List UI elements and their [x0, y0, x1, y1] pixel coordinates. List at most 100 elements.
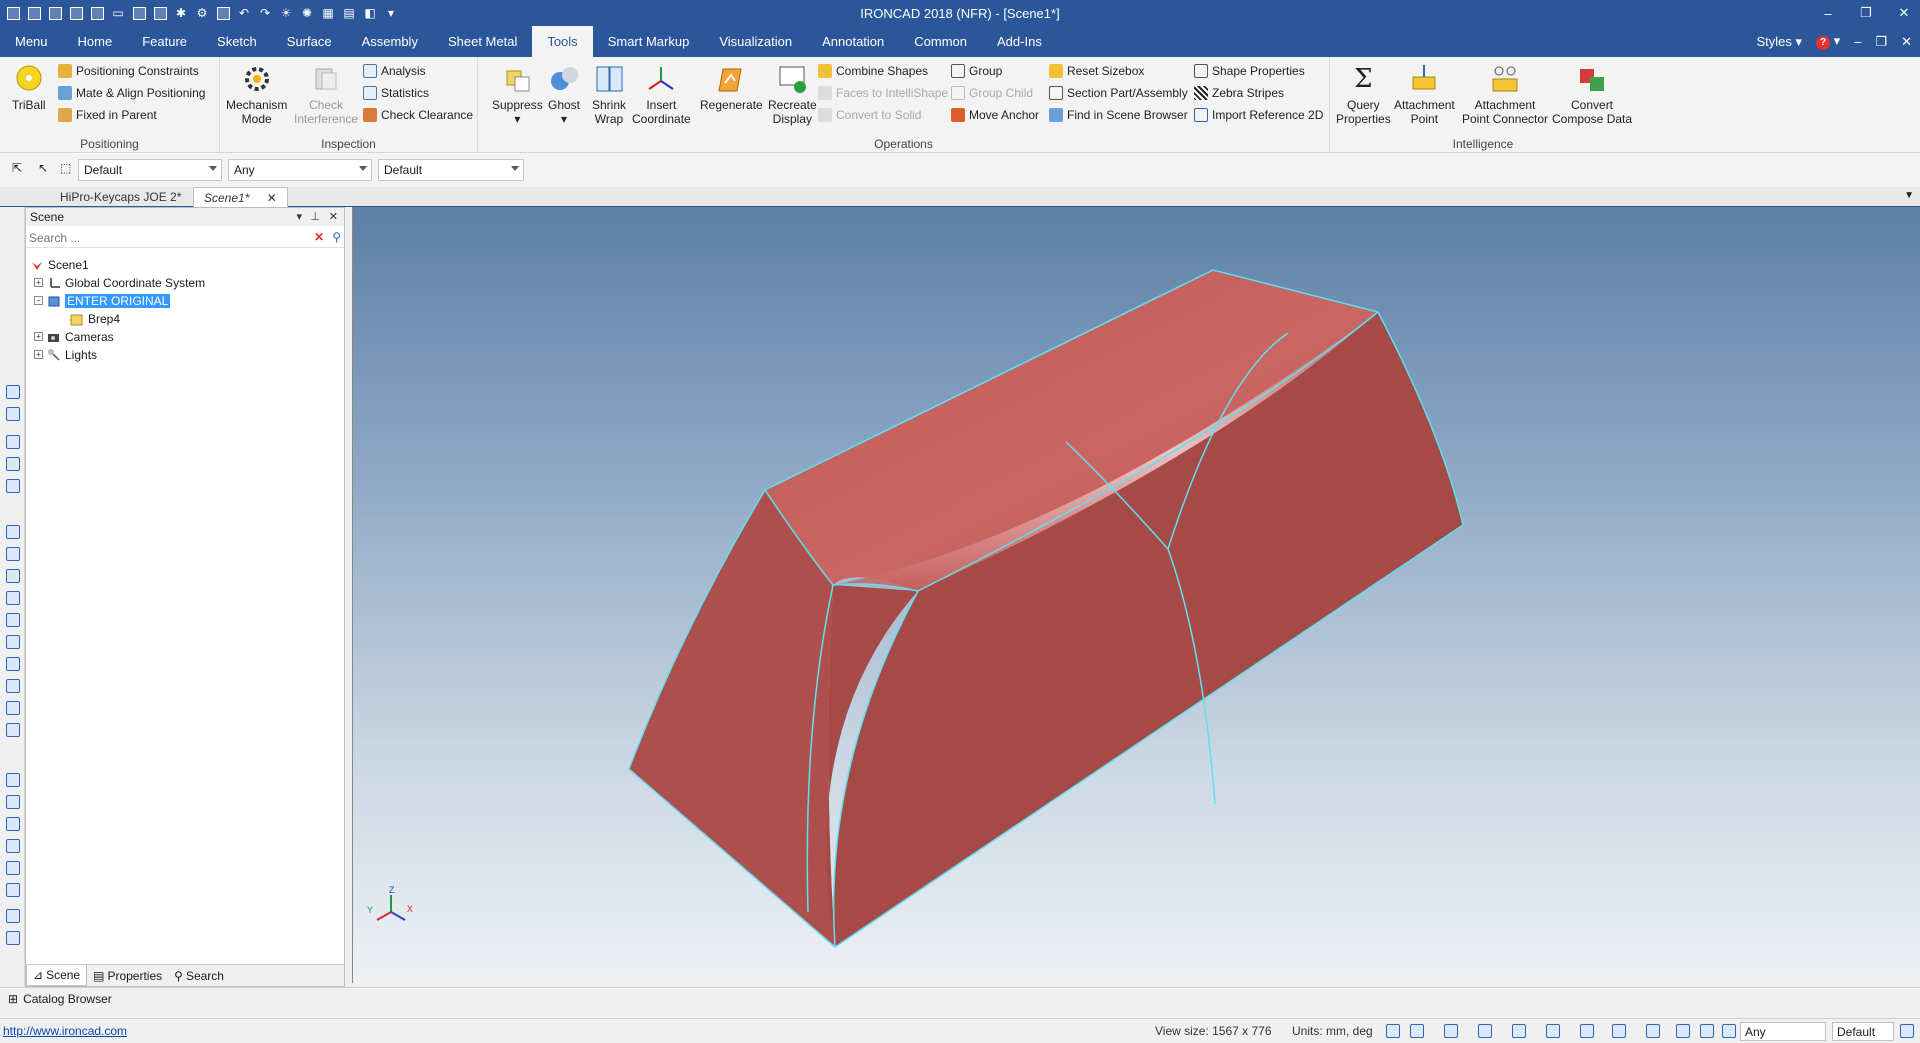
find-in-scene-button[interactable]: Find in Scene Browser	[1049, 105, 1188, 125]
app-menu-icon[interactable]	[4, 4, 22, 22]
tool-18-icon[interactable]	[6, 817, 20, 831]
expand-icon[interactable]: +	[34, 350, 43, 359]
tool-22-icon[interactable]	[6, 909, 20, 923]
ghost-button[interactable]: Ghost ▾	[548, 63, 580, 126]
tab-home[interactable]: Home	[63, 26, 128, 57]
tool-9-icon[interactable]	[6, 591, 20, 605]
check-interference-button[interactable]: Check Interference	[294, 63, 358, 126]
ghost-dropdown-icon[interactable]: ▾	[561, 112, 567, 126]
shape-properties-button[interactable]: Shape Properties	[1194, 61, 1305, 81]
image-icon[interactable]	[214, 4, 232, 22]
convert-to-solid-button[interactable]: Convert to Solid	[818, 105, 921, 125]
tool-12-icon[interactable]	[6, 657, 20, 671]
catalog-browser-bar[interactable]: ⊞ Catalog Browser	[0, 987, 1920, 1010]
camera-mode-icon[interactable]	[1646, 1024, 1660, 1038]
tab-menu[interactable]: Menu	[0, 26, 63, 57]
doc-tab-scene1[interactable]: Scene1* ✕	[193, 187, 288, 207]
tool-14-icon[interactable]	[6, 701, 20, 715]
mate-align-button[interactable]: Mate & Align Positioning	[58, 83, 205, 103]
tab-tools[interactable]: Tools	[532, 26, 593, 57]
open-icon[interactable]	[88, 4, 106, 22]
panel-close-icon[interactable]: ✕	[329, 210, 338, 223]
maximize-button[interactable]: ❐	[1856, 5, 1876, 21]
tool-10-icon[interactable]	[6, 613, 20, 627]
recreate-display-button[interactable]: Recreate Display	[768, 63, 817, 126]
new-drawing-icon[interactable]	[67, 4, 85, 22]
tool-19-icon[interactable]	[6, 839, 20, 853]
help-icon[interactable]: ? ▾	[1816, 33, 1840, 50]
shrink-wrap-button[interactable]: Shrink Wrap	[592, 63, 626, 126]
layout-icon[interactable]: ◧	[361, 4, 379, 22]
query-properties-button[interactable]: Σ Query Properties	[1336, 63, 1391, 126]
doc-tab-keycaps[interactable]: HiPro-Keycaps JOE 2*	[50, 187, 191, 207]
tool-3-icon[interactable]	[6, 435, 20, 449]
panel-tab-properties[interactable]: ▤ Properties	[87, 965, 168, 986]
import-reference-button[interactable]: Import Reference 2D	[1194, 105, 1323, 125]
panel-pin-icon[interactable]: ⊥	[310, 210, 320, 223]
orbit-icon[interactable]	[1512, 1024, 1526, 1038]
ribbon-minimize-icon[interactable]: –	[1854, 34, 1861, 49]
tool-13-icon[interactable]	[6, 679, 20, 693]
redo-icon[interactable]: ↷	[256, 4, 274, 22]
tool-11-icon[interactable]	[6, 635, 20, 649]
status-style-combo[interactable]: Default	[1832, 1022, 1894, 1041]
light-icon[interactable]: ☀	[277, 4, 295, 22]
styles-dropdown[interactable]: Styles ▾	[1757, 34, 1803, 50]
select-arrow-icon[interactable]	[1722, 1024, 1736, 1038]
tab-sketch[interactable]: Sketch	[202, 26, 272, 57]
website-link[interactable]: http://www.ironcad.com	[3, 1024, 127, 1038]
open-folder-icon[interactable]: ▭	[109, 4, 127, 22]
save-icon[interactable]	[130, 4, 148, 22]
triball-button[interactable]: TriBall	[12, 63, 46, 112]
tree-node-enter-original[interactable]: − ENTER ORIGINAL	[34, 292, 171, 309]
tool-16-icon[interactable]	[6, 773, 20, 787]
keycap-model[interactable]	[628, 269, 1464, 948]
display-mode-icon[interactable]	[1612, 1024, 1626, 1038]
collapse-icon[interactable]: −	[34, 296, 43, 305]
panel-dropdown-icon[interactable]: ▾	[296, 210, 302, 223]
shading-icon[interactable]	[1580, 1024, 1594, 1038]
mechanism-mode-button[interactable]: Mechanism Mode	[226, 63, 287, 126]
orientation-icon[interactable]	[1478, 1024, 1492, 1038]
tool-17-icon[interactable]	[6, 795, 20, 809]
tool-15-icon[interactable]	[6, 723, 20, 737]
status-filter-combo[interactable]: Any	[1740, 1022, 1826, 1041]
tool-2-icon[interactable]	[6, 407, 20, 421]
suppress-dropdown-icon[interactable]: ▾	[514, 112, 520, 126]
tab-add-ins[interactable]: Add-Ins	[982, 26, 1057, 57]
tab-visualization[interactable]: Visualization	[704, 26, 807, 57]
tree-node-scene1[interactable]: Scene1	[30, 256, 89, 273]
tool-4-icon[interactable]	[6, 457, 20, 471]
tool-icon[interactable]: ✱	[172, 4, 190, 22]
tab-annotation[interactable]: Annotation	[807, 26, 899, 57]
zoom-window-icon[interactable]	[1410, 1024, 1424, 1038]
tool-23-icon[interactable]	[6, 931, 20, 945]
ribbon-close-icon[interactable]: ✕	[1901, 34, 1912, 50]
fixed-in-parent-button[interactable]: Fixed in Parent	[58, 105, 157, 125]
zoom-icon[interactable]	[1386, 1024, 1400, 1038]
grid-icon[interactable]: ▦	[319, 4, 337, 22]
tool-20-icon[interactable]	[6, 861, 20, 875]
view-cube-icon[interactable]	[1444, 1024, 1458, 1038]
pointer-icon[interactable]: ↖	[38, 161, 52, 175]
render-icon[interactable]: ✺	[298, 4, 316, 22]
tab-common[interactable]: Common	[899, 26, 982, 57]
attachment-point-connector-button[interactable]: Attachment Point Connector	[1462, 63, 1548, 126]
close-tab-icon[interactable]: ✕	[267, 191, 277, 205]
close-button[interactable]: ✕	[1894, 5, 1914, 21]
faces-to-intellishape-button[interactable]: Faces to IntelliShape	[818, 83, 948, 103]
select-pointer-icon[interactable]	[1700, 1024, 1714, 1038]
clear-search-icon[interactable]: ✕	[314, 230, 324, 244]
tab-smart-markup[interactable]: Smart Markup	[593, 26, 705, 57]
tab-sheet-metal[interactable]: Sheet Metal	[433, 26, 532, 57]
group-button[interactable]: Group	[951, 61, 1002, 81]
qat-dropdown-icon[interactable]: ▾	[382, 4, 400, 22]
group-child-button[interactable]: Group Child	[951, 83, 1033, 103]
minimize-button[interactable]: –	[1818, 6, 1838, 21]
tab-list-dropdown-icon[interactable]: ▼	[1904, 190, 1914, 201]
layout-icon[interactable]	[1900, 1024, 1914, 1038]
insert-coordinate-button[interactable]: Insert Coordinate	[632, 63, 691, 126]
measure-icon[interactable]	[1676, 1024, 1690, 1038]
panel-tab-scene[interactable]: ⊿ Scene	[26, 965, 88, 986]
tree-node-brep4[interactable]: Brep4	[70, 310, 120, 327]
